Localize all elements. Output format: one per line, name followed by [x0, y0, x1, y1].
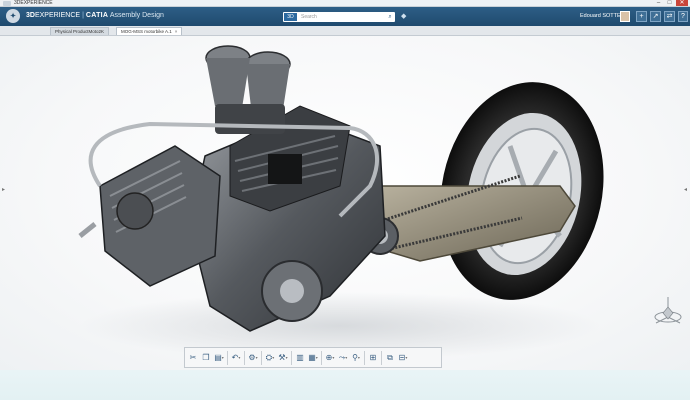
- app-brand: 3DEXPERIENCE | CATIA Assembly Design: [26, 12, 164, 19]
- toolbar-divider: [227, 350, 228, 365]
- brand-prefix: 3D: [26, 12, 35, 19]
- toolbar-divider: [321, 350, 322, 365]
- toolbar-divider: [381, 350, 382, 365]
- add-button[interactable]: +: [636, 11, 647, 22]
- copy-icon[interactable]: ❐: [201, 352, 211, 364]
- tab-motorbike[interactable]: MOG-MSS motorbike A.1 ×: [116, 27, 183, 35]
- left-panel-arrow-icon[interactable]: ▸: [2, 186, 5, 193]
- tag-icon[interactable]: ◆: [401, 13, 409, 21]
- clash-icon[interactable]: ⧉: [385, 352, 395, 364]
- toolbar-divider: [291, 350, 292, 365]
- help-button[interactable]: ?: [678, 11, 688, 22]
- toolbar-divider: [364, 350, 365, 365]
- explode-icon[interactable]: ▥: [295, 352, 305, 364]
- search-input[interactable]: Search: [301, 12, 317, 22]
- intake-trumpets: [205, 45, 291, 134]
- insert-component-icon[interactable]: ⚙: [248, 352, 258, 364]
- pattern-icon[interactable]: ▦: [308, 352, 318, 364]
- close-button[interactable]: ✕: [676, 0, 688, 6]
- engineering-connection-icon[interactable]: ⊕: [325, 352, 335, 364]
- orientation-compass-icon[interactable]: [651, 293, 685, 333]
- search-scope-dropdown[interactable]: 3D: [284, 13, 297, 21]
- compass-logo-icon[interactable]: ✦: [6, 9, 20, 23]
- compass-apps-button[interactable]: ⇄: [664, 11, 675, 22]
- app-icon: [3, 1, 11, 6]
- existing-product-icon[interactable]: ⛭: [265, 352, 275, 364]
- motorbike-3d-model: [78, 45, 604, 360]
- new-product-icon[interactable]: ⚒: [278, 352, 288, 364]
- avatar[interactable]: [620, 11, 630, 22]
- minimize-button[interactable]: –: [654, 0, 663, 6]
- user-name[interactable]: Edouard SOTTEC: [580, 12, 625, 21]
- toolbar-divider: [261, 350, 262, 365]
- search-bar[interactable]: 3D Search ⌕: [283, 12, 395, 22]
- constraint-icon[interactable]: ⤳: [338, 352, 348, 364]
- brand-separator: |: [82, 12, 84, 19]
- paste-icon[interactable]: ▤: [214, 352, 224, 364]
- app-top-bar: ✦ 3DEXPERIENCE | CATIA Assembly Design 3D …: [0, 7, 690, 26]
- exhaust-stub: [78, 222, 97, 238]
- window-controls: – □ ✕: [654, 0, 688, 7]
- analysis-icon[interactable]: ⊞: [368, 352, 378, 364]
- fix-icon[interactable]: ⚲: [351, 352, 361, 364]
- tab-label: MOG-MSS motorbike A.1: [121, 29, 172, 34]
- measure-icon[interactable]: ⊟: [398, 352, 408, 364]
- app-name: CATIA: [85, 12, 109, 19]
- undo-icon[interactable]: ↶: [231, 352, 241, 364]
- toolbar-divider: [244, 350, 245, 365]
- cut-icon[interactable]: ✂: [188, 352, 198, 364]
- maximize-button[interactable]: □: [665, 0, 674, 6]
- share-button[interactable]: ↗: [650, 11, 661, 22]
- bottom-band: [0, 370, 690, 400]
- close-tab-icon[interactable]: ×: [175, 29, 178, 34]
- action-bar-toolstrip: ✂ ❐ ▤ ↶ ⚙ ⛭ ⚒ ▥ ▦ ⊕ ⤳ ⚲ ⊞ ⧉ ⊟: [184, 347, 442, 370]
- window-title-bar: 3DEXPERIENCE – □ ✕: [0, 0, 690, 7]
- brand-main: EXPERIENCE: [34, 12, 81, 19]
- search-icon[interactable]: ⌕: [386, 13, 394, 21]
- app-module: Assembly Design: [109, 12, 164, 19]
- window-title: 3DEXPERIENCE: [14, 0, 53, 6]
- tab-physical-product[interactable]: Physical ProductMoto2K: [50, 27, 110, 35]
- document-tab-bar: Physical ProductMoto2K MOG-MSS motorbike…: [0, 26, 690, 36]
- toolbar-icons: ✂ ❐ ▤ ↶ ⚙ ⛭ ⚒ ▥ ▦ ⊕ ⤳ ⚲ ⊞ ⧉ ⊟: [184, 347, 442, 368]
- right-panel-arrow-icon[interactable]: ◂: [684, 186, 687, 193]
- tab-label: Physical ProductMoto2K: [55, 29, 105, 34]
- 3d-viewport[interactable]: ▸ ◂: [0, 36, 690, 370]
